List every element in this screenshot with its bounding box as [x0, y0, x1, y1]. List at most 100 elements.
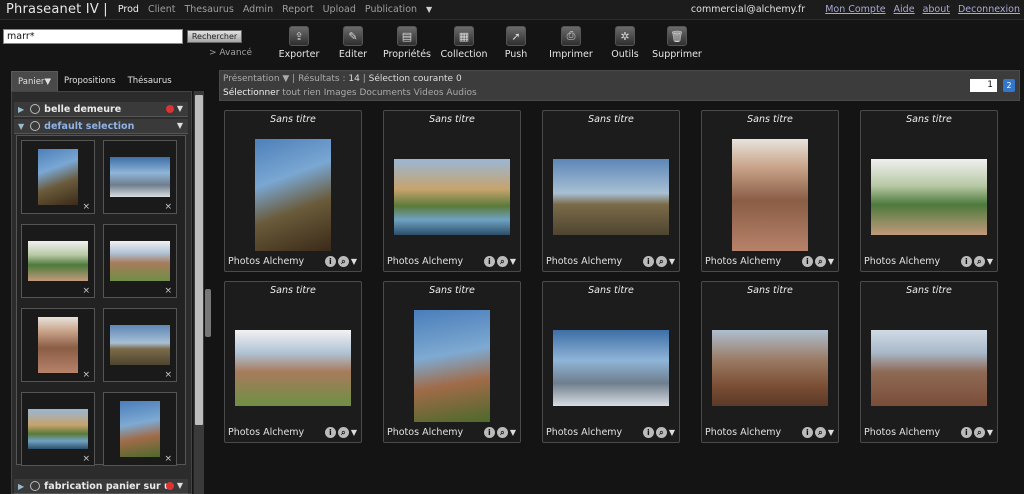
info-icon[interactable]: i	[801, 256, 813, 267]
delete-button[interactable]: 🗑 Supprimer	[648, 26, 706, 60]
result-card[interactable]: Sans titre Photos Alchemy i ⌕ ▼	[860, 110, 998, 272]
thumbnail-image[interactable]	[255, 139, 331, 251]
basket-item[interactable]: ×	[103, 308, 177, 382]
nav-upload[interactable]: Upload	[323, 4, 356, 15]
basket-item[interactable]: ×	[103, 392, 177, 466]
nav-thesaurus[interactable]: Thesaurus	[184, 4, 233, 15]
info-icon[interactable]: i	[324, 427, 336, 438]
result-card[interactable]: Sans titre Photos Alchemy i ⌕ ▼	[224, 110, 362, 272]
info-icon[interactable]: i	[642, 427, 654, 438]
basket-default-selection[interactable]: ▼ default selection ▼	[14, 119, 188, 134]
card-menu-icon[interactable]: ▼	[351, 257, 357, 266]
thumbnail-image[interactable]	[553, 330, 669, 406]
result-card[interactable]: Sans titre Photos Alchemy i ⌕ ▼	[860, 281, 998, 443]
basket-item[interactable]: ×	[103, 224, 177, 298]
nav-prod[interactable]: Prod	[118, 4, 139, 15]
tab-propositions[interactable]: Propositions	[58, 71, 122, 91]
nav-publication[interactable]: Publication	[365, 4, 417, 15]
thumbnail-image[interactable]	[871, 330, 987, 406]
thumbnail-image[interactable]	[414, 310, 490, 422]
remove-icon[interactable]: ×	[164, 370, 172, 380]
thumbnail-image[interactable]	[394, 159, 510, 235]
zoom-icon[interactable]: ⌕	[655, 427, 667, 438]
result-card[interactable]: Sans titre Photos Alchemy i ⌕ ▼	[701, 110, 839, 272]
nav-admin[interactable]: Admin	[243, 4, 273, 15]
nav-client[interactable]: Client	[148, 4, 176, 15]
search-input[interactable]: marr*	[3, 29, 183, 44]
link-deconnexion[interactable]: Deconnexion	[958, 4, 1020, 15]
basket-item[interactable]: ×	[21, 308, 95, 382]
zoom-icon[interactable]: ⌕	[337, 427, 349, 438]
info-icon[interactable]: i	[483, 427, 495, 438]
push-button[interactable]: ➚ Push	[492, 26, 540, 60]
remove-icon[interactable]: ×	[164, 202, 172, 212]
next-page-button[interactable]: 2	[1003, 79, 1015, 92]
result-card[interactable]: Sans titre Photos Alchemy i ⌕ ▼	[224, 281, 362, 443]
basket-fabrication[interactable]: ▶ fabrication panier sur u ▼	[14, 479, 188, 494]
basket-item[interactable]: ×	[21, 392, 95, 466]
properties-button[interactable]: ▤ Propriétés	[378, 26, 436, 60]
tab-panier[interactable]: Panier▼	[11, 71, 58, 91]
result-card[interactable]: Sans titre Photos Alchemy i ⌕ ▼	[542, 281, 680, 443]
zoom-icon[interactable]: ⌕	[973, 427, 985, 438]
result-card[interactable]: Sans titre Photos Alchemy i ⌕ ▼	[383, 110, 521, 272]
advanced-search-link[interactable]: > Avancé	[209, 48, 252, 58]
zoom-icon[interactable]: ⌕	[496, 427, 508, 438]
zoom-icon[interactable]: ⌕	[973, 256, 985, 267]
card-menu-icon[interactable]: ▼	[987, 257, 993, 266]
info-icon[interactable]: i	[801, 427, 813, 438]
link-aide[interactable]: Aide	[894, 4, 915, 15]
remove-icon[interactable]: ×	[82, 202, 90, 212]
tab-thesaurus[interactable]: Thésaurus	[122, 71, 178, 91]
zoom-icon[interactable]: ⌕	[814, 427, 826, 438]
info-icon[interactable]: i	[960, 427, 972, 438]
basket-menu-icon[interactable]: ▼	[177, 121, 183, 130]
remove-icon[interactable]: ×	[82, 454, 90, 464]
remove-icon[interactable]: ×	[82, 370, 90, 380]
card-menu-icon[interactable]: ▼	[987, 428, 993, 437]
result-card[interactable]: Sans titre Photos Alchemy i ⌕ ▼	[542, 110, 680, 272]
search-button[interactable]: Rechercher	[187, 30, 242, 43]
card-menu-icon[interactable]: ▼	[351, 428, 357, 437]
basket-item[interactable]: ×	[21, 224, 95, 298]
info-icon[interactable]: i	[960, 256, 972, 267]
page-input[interactable]: 1	[970, 79, 997, 92]
expand-icon[interactable]: ▶	[18, 105, 24, 114]
collection-button[interactable]: ▦ Collection	[436, 26, 492, 60]
basket-menu-icon[interactable]: ▼	[177, 104, 183, 113]
panel-splitter[interactable]	[205, 289, 211, 337]
presentation-menu[interactable]: Présentation	[223, 74, 280, 84]
info-icon[interactable]: i	[642, 256, 654, 267]
zoom-icon[interactable]: ⌕	[655, 256, 667, 267]
thumbnail-image[interactable]	[732, 139, 808, 251]
select-filter-links[interactable]: tout rien Images Documents Videos Audios	[282, 88, 476, 98]
remove-icon[interactable]: ×	[82, 286, 90, 296]
info-icon[interactable]: i	[483, 256, 495, 267]
remove-icon[interactable]: ×	[164, 454, 172, 464]
remove-icon[interactable]: ×	[164, 286, 172, 296]
basket-belle-demeure[interactable]: ▶ belle demeure ▼	[14, 102, 188, 117]
link-mon-compte[interactable]: Mon Compte	[825, 4, 885, 15]
thumbnail-image[interactable]	[871, 159, 987, 235]
card-menu-icon[interactable]: ▼	[669, 428, 675, 437]
nav-more-icon[interactable]: ▼	[426, 5, 432, 14]
basket-item[interactable]: ×	[21, 140, 95, 214]
basket-scrollbar[interactable]	[193, 91, 204, 494]
thumbnail-image[interactable]	[553, 159, 669, 235]
tools-button[interactable]: ✲ Outils	[602, 26, 648, 60]
result-card[interactable]: Sans titre Photos Alchemy i ⌕ ▼	[383, 281, 521, 443]
basket-menu-icon[interactable]: ▼	[177, 481, 183, 490]
result-card[interactable]: Sans titre Photos Alchemy i ⌕ ▼	[701, 281, 839, 443]
scrollbar-thumb[interactable]	[195, 95, 203, 425]
zoom-icon[interactable]: ⌕	[814, 256, 826, 267]
link-about[interactable]: about	[923, 4, 950, 15]
expand-icon[interactable]: ▶	[18, 482, 24, 491]
edit-button[interactable]: ✎ Editer	[328, 26, 378, 60]
thumbnail-image[interactable]	[235, 330, 351, 406]
card-menu-icon[interactable]: ▼	[510, 428, 516, 437]
export-button[interactable]: ⇪ Exporter	[270, 26, 328, 60]
card-menu-icon[interactable]: ▼	[828, 257, 834, 266]
basket-item[interactable]: ×	[103, 140, 177, 214]
collapse-icon[interactable]: ▼	[18, 122, 24, 131]
nav-report[interactable]: Report	[282, 4, 314, 15]
